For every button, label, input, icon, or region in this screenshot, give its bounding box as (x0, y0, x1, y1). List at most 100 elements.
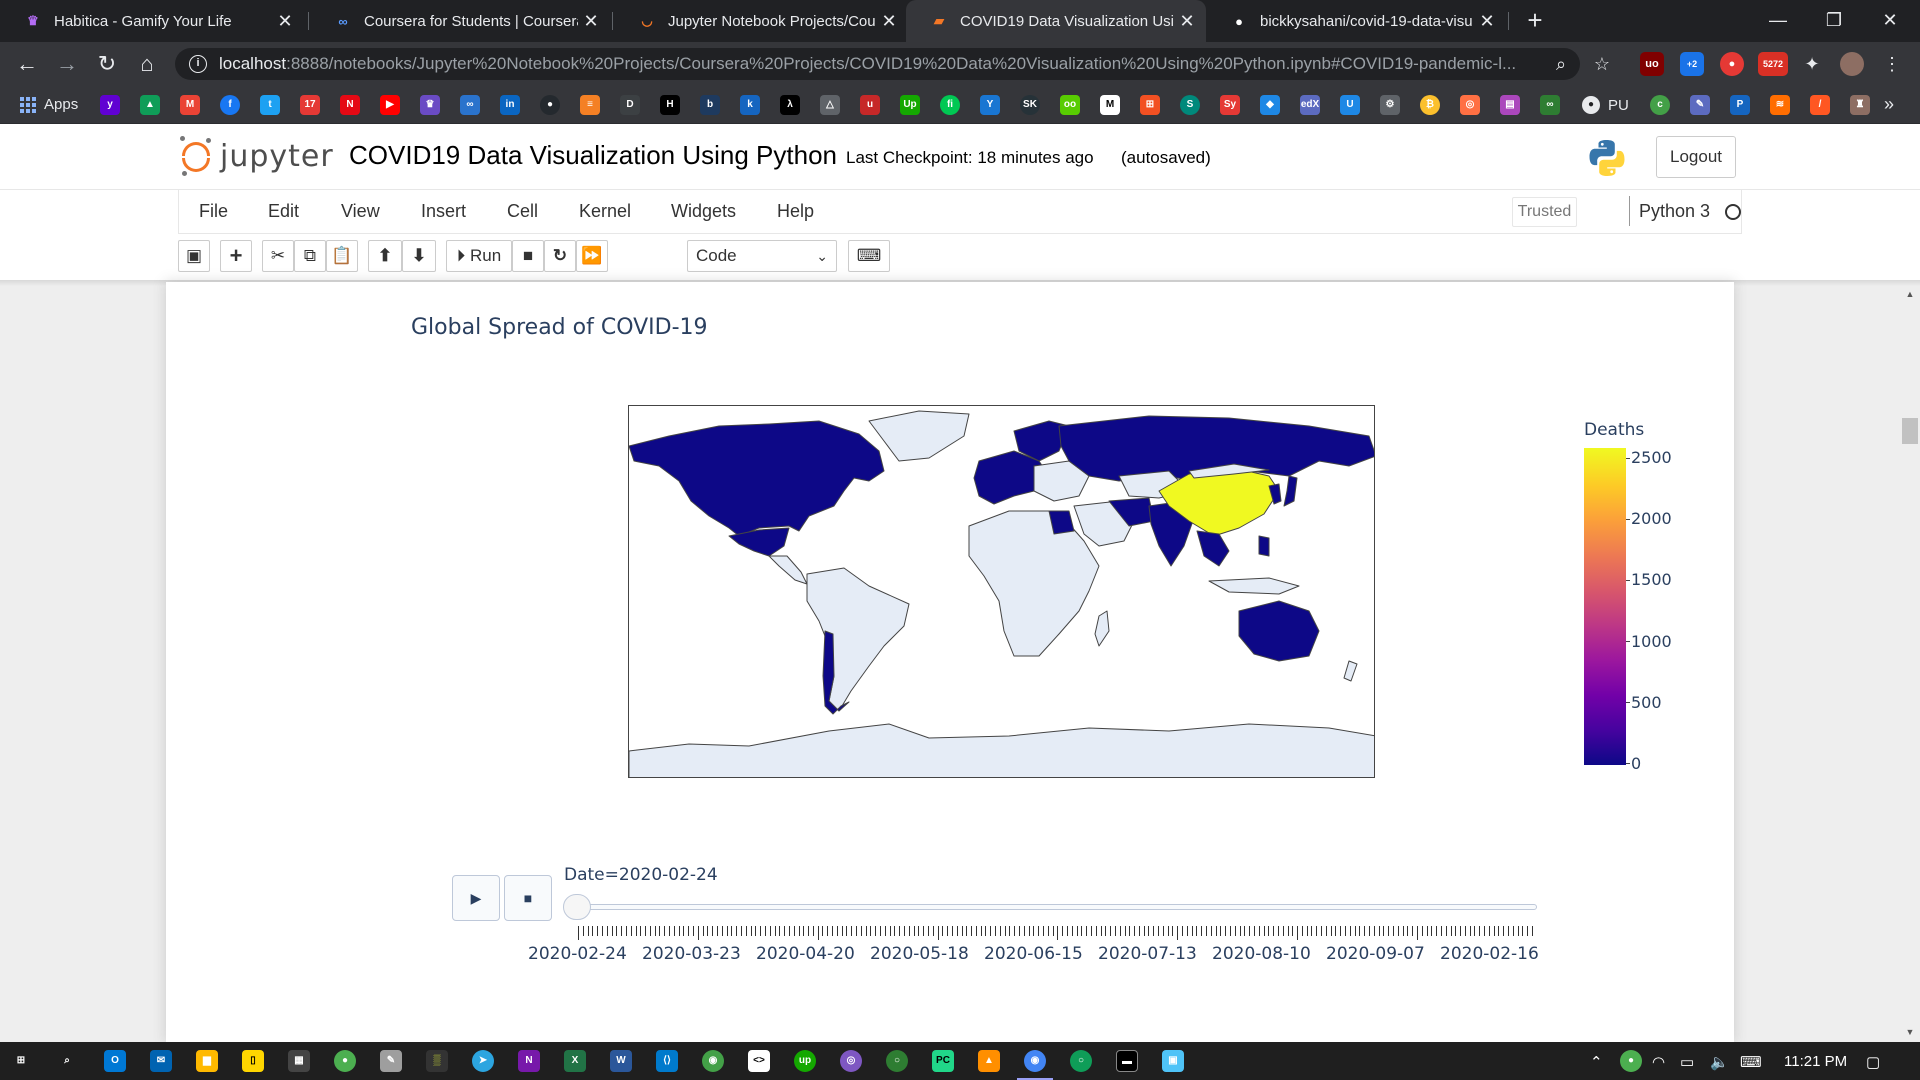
trusted-indicator[interactable]: Trusted (1512, 197, 1577, 227)
slider-date-label[interactable]: 2020-08-10 (1212, 944, 1311, 964)
close-tab-icon[interactable]: ✕ (1474, 11, 1500, 32)
tab-jupyter-tree[interactable]: ◡ Jupyter Notebook Projects/Cours ✕ (614, 0, 908, 42)
word-icon[interactable]: W (610, 1050, 632, 1072)
slider-date-label[interactable]: 2020-06-15 (984, 944, 1083, 964)
bookmark-s-icon[interactable]: S (1180, 95, 1200, 115)
cut-icon[interactable]: ✂ (262, 240, 294, 272)
jupyter-logo[interactable]: jupyter (180, 136, 334, 176)
battery-icon[interactable]: ▭ (1680, 1053, 1694, 1071)
tab-habitica[interactable]: ♛ Habitica - Gamify Your Life ✕ (0, 0, 304, 42)
mail-icon[interactable]: ✉ (150, 1050, 172, 1072)
matrix-icon[interactable]: ▒ (426, 1050, 448, 1072)
bookmark-triangle-icon[interactable]: △ (820, 95, 840, 115)
notifications-icon[interactable]: ▢ (1866, 1053, 1880, 1071)
slider-date-label[interactable]: 2020-07-13 (1098, 944, 1197, 964)
close-window-icon[interactable]: ✕ (1860, 0, 1920, 42)
tray-overflow-icon[interactable]: ⌃ (1590, 1053, 1603, 1071)
address-bar[interactable]: i localhost:8888/notebooks/Jupyter%20Not… (175, 48, 1580, 80)
scroll-down-icon[interactable]: ▼ (1900, 1024, 1920, 1040)
outlook-icon[interactable]: O (104, 1050, 126, 1072)
bookmark-bike-icon[interactable]: ⚙ (1380, 95, 1400, 115)
scrollbar-thumb[interactable] (1902, 418, 1918, 444)
move-down-icon[interactable]: ⬇ (402, 240, 436, 272)
bookmark-gmail-icon[interactable]: M (180, 95, 200, 115)
bookmark-duolingo-icon[interactable]: oo (1060, 95, 1080, 115)
terminal-icon[interactable]: ▬ (1116, 1050, 1138, 1072)
profile-avatar[interactable] (1840, 52, 1864, 76)
bookmark-star-icon[interactable]: ☆ (1590, 52, 1614, 76)
restore-window-icon[interactable]: ❐ (1804, 0, 1864, 42)
bookmark-u-icon[interactable]: U (1340, 95, 1360, 115)
save-icon[interactable]: ▣ (178, 240, 210, 272)
calculator-icon[interactable]: ▦ (288, 1050, 310, 1072)
scroll-up-icon[interactable]: ▲ (1900, 286, 1920, 302)
keyboard-icon[interactable]: ⌨ (1740, 1053, 1762, 1071)
bookmark-pu[interactable]: PU (1608, 97, 1629, 114)
notebook-title[interactable]: COVID19 Data Visualization Using Python (349, 140, 837, 171)
tray-app-icon[interactable]: ● (1620, 1050, 1642, 1072)
bookmark-hackerrank-icon[interactable]: H (660, 95, 680, 115)
kernel-name[interactable]: Python 3 (1639, 201, 1710, 222)
back-icon[interactable]: ← (12, 49, 42, 79)
snip-icon[interactable]: ✎ (380, 1050, 402, 1072)
menu-widgets[interactable]: Widgets (671, 201, 736, 222)
ublock-extension-icon[interactable]: uo (1640, 52, 1664, 76)
interrupt-kernel-icon[interactable]: ■ (512, 240, 544, 272)
bookmark-edx-icon[interactable]: edX (1300, 95, 1320, 115)
bookmark-twitter-icon[interactable]: t (260, 95, 280, 115)
menu-help[interactable]: Help (777, 201, 814, 222)
bookmark-pen-icon[interactable]: ✎ (1690, 95, 1710, 115)
pycharm-icon[interactable]: PC (932, 1050, 954, 1072)
bookmark-paypal-icon[interactable]: P (1730, 95, 1750, 115)
run-button[interactable]: ⏵ Run (446, 240, 512, 272)
menu-edit[interactable]: Edit (268, 201, 299, 222)
bookmark-coursera-icon[interactable]: ∞ (460, 95, 480, 115)
tab-github[interactable]: ● bickkysahani/covid-19-data-visu ✕ (1206, 0, 1506, 42)
volume-icon[interactable]: 🔈 (1710, 1053, 1729, 1071)
date-slider-handle[interactable] (563, 894, 591, 920)
url-text[interactable]: localhost:8888/notebooks/Jupyter%20Noteb… (219, 54, 1559, 74)
bookmark-trophy-icon[interactable]: ♜ (1850, 95, 1870, 115)
bookmark-shield-icon[interactable]: ◆ (1260, 95, 1280, 115)
tab-covid-notebook[interactable]: ▰ COVID19 Data Visualization Usin ✕ (906, 0, 1206, 42)
bookmark-linkedin-icon[interactable]: in (500, 95, 520, 115)
menu-view[interactable]: View (341, 201, 380, 222)
keyboard-shortcuts-icon[interactable]: ⌨ (848, 240, 890, 272)
date-slider-rail[interactable] (565, 904, 1537, 910)
bookmark-udemy-icon[interactable]: u (860, 95, 880, 115)
excel-icon[interactable]: X (564, 1050, 586, 1072)
search-icon[interactable]: ⌕ (56, 1050, 78, 1072)
xbox-icon[interactable]: ● (334, 1050, 356, 1072)
bookmark-sk-icon[interactable]: SK (1020, 95, 1040, 115)
extensions-puzzle-icon[interactable]: ✦ (1800, 52, 1824, 76)
loader-app-icon[interactable]: ○ (886, 1050, 908, 1072)
page-scrollbar[interactable] (1900, 286, 1920, 1042)
bookmark-medium-icon[interactable]: M (1100, 95, 1120, 115)
restart-kernel-icon[interactable]: ↻ (544, 240, 576, 272)
play-button[interactable]: ▶ (452, 875, 500, 921)
globe-app-icon[interactable]: ◉ (702, 1050, 724, 1072)
move-up-icon[interactable]: ⬆ (368, 240, 402, 272)
bookmark-apps[interactable]: Apps (20, 96, 78, 113)
slider-date-label[interactable]: 2020-03-23 (642, 944, 741, 964)
bookmark-microsoft-icon[interactable]: ⊞ (1140, 95, 1160, 115)
monitor-app-icon[interactable]: ▣ (1162, 1050, 1184, 1072)
home-icon[interactable]: ⌂ (132, 49, 162, 79)
slider-date-label[interactable]: 2020-05-18 (870, 944, 969, 964)
close-tab-icon[interactable]: ✕ (272, 11, 298, 32)
menu-cell[interactable]: Cell (507, 201, 538, 222)
bookmark-stackoverflow-icon[interactable]: ≡ (580, 95, 600, 115)
upwork-app-icon[interactable]: up (794, 1050, 816, 1072)
paste-icon[interactable]: 📋 (326, 240, 358, 272)
bookmark-github-icon[interactable]: ● (540, 95, 560, 115)
menu-kernel[interactable]: Kernel (579, 201, 631, 222)
media-app-icon[interactable]: ◎ (840, 1050, 862, 1072)
slider-date-label[interactable]: 2020-09-07 (1326, 944, 1425, 964)
cell-type-select[interactable]: Code ⌄ (687, 240, 837, 272)
logout-button[interactable]: Logout (1656, 136, 1736, 178)
reload-icon[interactable]: ↻ (92, 49, 122, 79)
restart-run-all-icon[interactable]: ⏩ (576, 240, 608, 272)
circle-app-icon[interactable]: ○ (1070, 1050, 1092, 1072)
bookmark-slash-icon[interactable]: / (1810, 95, 1830, 115)
windows-start-icon[interactable]: ⊞ (10, 1050, 32, 1072)
